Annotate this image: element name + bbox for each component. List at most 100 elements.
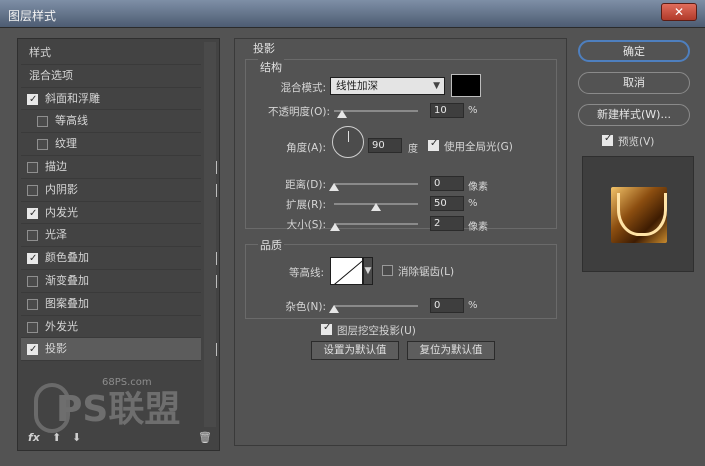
angle-field[interactable]: 90 xyxy=(368,138,402,153)
drop-shadow-panel: 投影 结构 混合模式: 线性加深 ▼ 不透明度(O): 10 % 角度(A): … xyxy=(234,38,567,446)
style-item-label: 等高线 xyxy=(55,114,88,128)
size-unit: 像素 xyxy=(468,222,488,233)
ok-button[interactable]: 确定 xyxy=(578,40,690,62)
style-item[interactable]: 等高线 xyxy=(21,110,201,134)
title-bar: 图层样式 ✕ xyxy=(0,0,705,28)
new-style-button[interactable]: 新建样式(W)... xyxy=(578,104,690,126)
style-item[interactable]: 图案叠加 xyxy=(21,293,201,316)
antialias-checkbox[interactable] xyxy=(382,265,393,276)
style-checkbox[interactable] xyxy=(27,184,38,196)
layer-style-dialog: 样式混合选项斜面和浮雕等高线纹理描边+内阴影+ 内发光光泽颜色叠加+渐变叠加+ 图案… xyxy=(4,28,701,462)
size-label: 大小(S): xyxy=(286,219,326,231)
quality-title: 品质 xyxy=(258,237,284,253)
style-item[interactable]: 样式 xyxy=(21,42,201,65)
spread-field[interactable]: 50 xyxy=(430,196,464,211)
distance-label: 距离(D): xyxy=(285,179,326,191)
spread-label: 扩展(R): xyxy=(285,199,326,211)
style-item-label: 混合选项 xyxy=(29,68,73,82)
style-checkbox[interactable] xyxy=(27,161,38,173)
angle-dial[interactable] xyxy=(332,126,364,158)
spread-slider-thumb[interactable] xyxy=(371,203,381,211)
style-item-label: 渐变叠加 xyxy=(45,273,89,287)
opacity-slider-thumb[interactable] xyxy=(337,110,348,118)
blend-mode-value: 线性加深 xyxy=(336,80,378,92)
noise-slider-thumb[interactable] xyxy=(329,305,339,313)
distance-slider-thumb[interactable] xyxy=(329,183,339,191)
preview-label: 预览(V) xyxy=(618,136,655,148)
style-item[interactable]: 斜面和浮雕 xyxy=(21,88,201,111)
cancel-button[interactable]: 取消 xyxy=(578,72,690,94)
noise-unit: % xyxy=(468,300,478,311)
window-title: 图层样式 xyxy=(8,9,57,23)
style-checkbox[interactable] xyxy=(37,116,48,128)
opacity-label: 不透明度(O): xyxy=(268,106,330,118)
style-item[interactable]: 外发光 xyxy=(21,316,201,339)
knockout-checkbox[interactable] xyxy=(321,322,332,335)
style-item-label: 外发光 xyxy=(45,319,78,333)
opacity-field[interactable]: 10 xyxy=(430,103,464,118)
style-item[interactable]: 纹理 xyxy=(21,133,201,156)
preview-checkbox[interactable] xyxy=(602,133,613,146)
style-item-label: 内发光 xyxy=(45,205,78,219)
fx-icon[interactable]: fx xyxy=(28,431,40,444)
noise-slider[interactable] xyxy=(334,305,418,307)
global-light-checkbox[interactable] xyxy=(428,138,439,151)
structure-title: 结构 xyxy=(258,59,284,75)
style-checkbox[interactable] xyxy=(27,248,38,271)
close-button[interactable]: ✕ xyxy=(661,3,697,21)
watermark-site: 68PS.com xyxy=(102,377,152,388)
style-checkbox[interactable] xyxy=(27,339,38,362)
style-item-label: 光泽 xyxy=(45,228,67,242)
noise-label: 杂色(N): xyxy=(285,301,326,313)
styles-scrollbar[interactable] xyxy=(204,42,216,427)
style-item[interactable]: 颜色叠加+ xyxy=(21,247,217,271)
size-slider-thumb[interactable] xyxy=(329,223,340,231)
blend-mode-select[interactable]: 线性加深 ▼ xyxy=(330,77,445,95)
trash-icon[interactable]: 🗑 xyxy=(198,431,212,444)
distance-slider[interactable] xyxy=(334,183,418,185)
style-checkbox[interactable] xyxy=(27,203,38,225)
style-item[interactable]: 描边+ xyxy=(21,156,217,179)
style-checkbox[interactable] xyxy=(27,89,38,111)
set-default-button[interactable]: 设置为默认值 xyxy=(311,341,399,360)
size-slider[interactable] xyxy=(334,223,418,225)
opacity-unit: % xyxy=(468,105,478,116)
style-item-label: 样式 xyxy=(29,46,51,59)
contour-picker[interactable] xyxy=(330,257,363,285)
style-item[interactable]: 内发光 xyxy=(21,202,201,225)
style-item[interactable]: 渐变叠加+ xyxy=(21,270,217,293)
chevron-down-icon: ▼ xyxy=(364,266,372,276)
reset-default-button[interactable]: 复位为默认值 xyxy=(407,341,495,360)
style-item[interactable]: 混合选项 xyxy=(21,65,201,88)
style-item[interactable]: 光泽 xyxy=(21,224,201,248)
quality-group: 品质 等高线: ▼ 消除锯齿(L) 杂色(N): 0 % xyxy=(245,237,557,319)
style-item-label: 内阴影 xyxy=(45,182,78,196)
shadow-color-swatch[interactable] xyxy=(451,74,481,97)
global-light-label: 使用全局光(G) xyxy=(444,141,513,153)
noise-field[interactable]: 0 xyxy=(430,298,464,313)
style-item[interactable]: 投影+ xyxy=(21,338,217,362)
distance-unit: 像素 xyxy=(468,182,488,193)
style-checkbox[interactable] xyxy=(27,230,38,242)
style-checkbox[interactable] xyxy=(27,275,38,287)
style-item-label: 纹理 xyxy=(55,137,77,151)
style-item-label: 图案叠加 xyxy=(45,296,89,310)
style-checkbox[interactable] xyxy=(27,321,38,333)
style-checkbox[interactable] xyxy=(27,298,38,310)
move-down-icon[interactable]: ⬇ xyxy=(72,431,81,444)
style-item[interactable]: 内阴影+ xyxy=(21,179,217,202)
distance-field[interactable]: 0 xyxy=(430,176,464,191)
style-preview xyxy=(582,156,694,272)
style-item-label: 描边 xyxy=(45,159,67,173)
panel-title: 投影 xyxy=(253,42,275,55)
style-item-label: 颜色叠加 xyxy=(45,251,89,265)
preview-thumbnail xyxy=(611,187,667,243)
styles-list: 样式混合选项斜面和浮雕等高线纹理描边+内阴影+ 内发光光泽颜色叠加+渐变叠加+ 图案… xyxy=(21,42,217,362)
contour-dropdown[interactable]: ▼ xyxy=(363,257,373,285)
angle-unit: 度 xyxy=(408,144,418,155)
style-item-label: 斜面和浮雕 xyxy=(45,91,100,105)
size-field[interactable]: 2 xyxy=(430,216,464,231)
style-checkbox[interactable] xyxy=(37,139,48,151)
blend-mode-label: 混合模式: xyxy=(280,82,326,94)
antialias-label: 消除锯齿(L) xyxy=(398,266,455,278)
